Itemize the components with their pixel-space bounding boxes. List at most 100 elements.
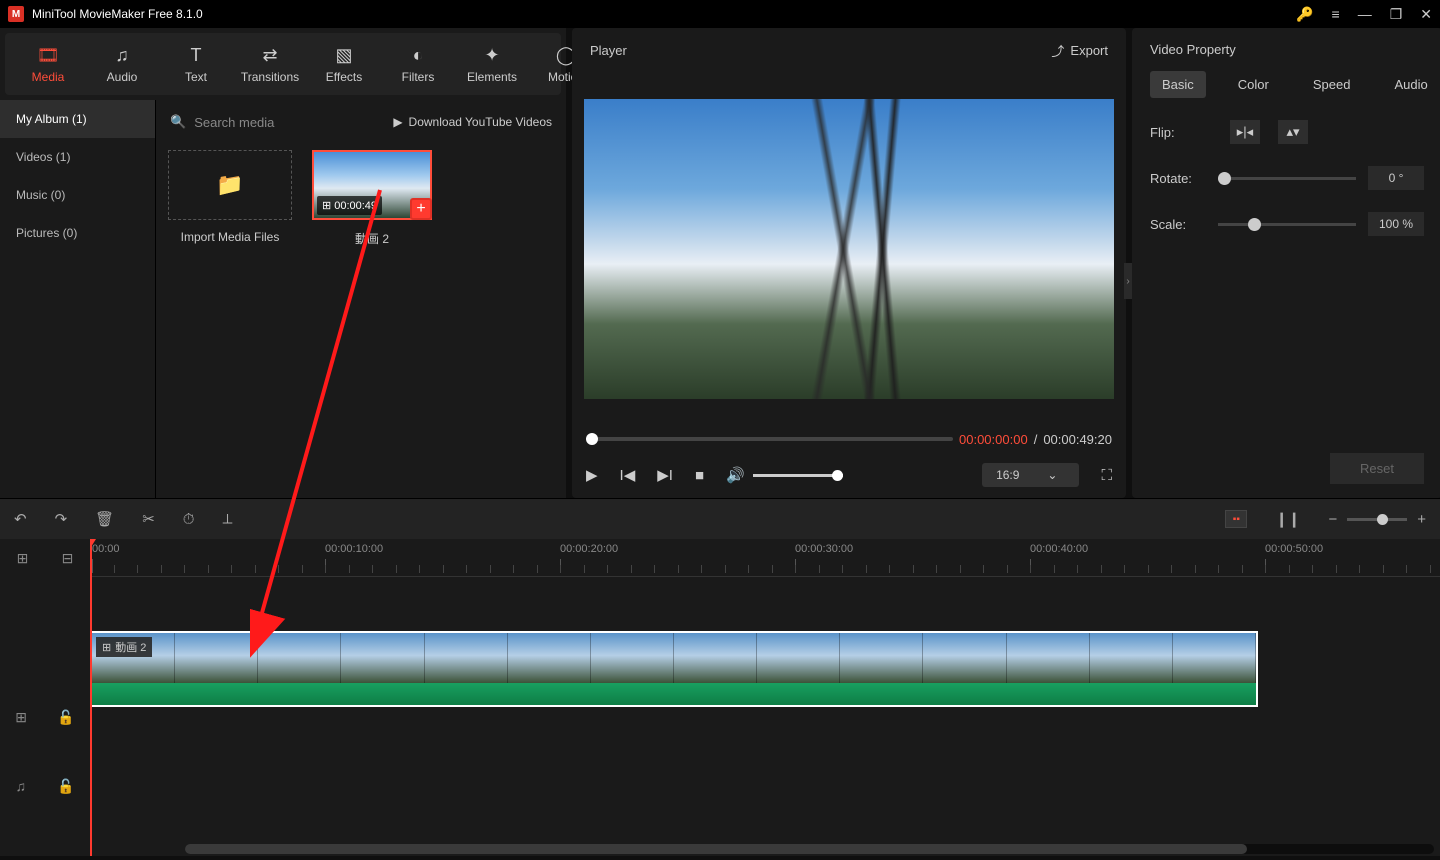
- zoom-slider[interactable]: [1347, 518, 1407, 521]
- timeline-toolbar: ↶ ↷ 🗑 ✂ ⏱ ⟂ ▪▪ ❙❙ − +: [0, 499, 1440, 539]
- timeline-view-list[interactable]: ❙❙: [1275, 510, 1300, 528]
- props-tab-speed[interactable]: Speed: [1301, 71, 1363, 98]
- ruler-tick: 00:00:10:00: [325, 543, 383, 555]
- tab-media-label: Media: [32, 70, 65, 84]
- player-viewport[interactable]: [584, 72, 1114, 426]
- remove-track-button[interactable]: ⊟: [62, 550, 74, 567]
- speed-button[interactable]: ⏱: [183, 511, 195, 528]
- tab-audio[interactable]: ♫Audio: [85, 33, 159, 95]
- player-seekbar[interactable]: [586, 437, 953, 441]
- search-input[interactable]: Search media: [194, 115, 274, 130]
- flip-horizontal-button[interactable]: ▸|◂: [1230, 120, 1260, 144]
- properties-title: Video Property: [1150, 42, 1424, 57]
- prev-frame-button[interactable]: I◀: [620, 466, 636, 484]
- preview-image: [584, 99, 1114, 399]
- clip-tag-label: 動画 2: [115, 639, 146, 655]
- menu-icon[interactable]: ≡: [1332, 6, 1340, 22]
- play-button[interactable]: ▶: [586, 466, 598, 484]
- redo-button[interactable]: ↷: [55, 510, 68, 528]
- video-clip[interactable]: ⊞動画 2: [90, 631, 1258, 707]
- split-button[interactable]: ✂: [142, 510, 155, 528]
- tab-effects[interactable]: ▧Effects: [307, 33, 381, 95]
- zoom-out-button[interactable]: −: [1328, 511, 1337, 528]
- clip-waveform: [92, 683, 1256, 707]
- properties-panel: › Video Property Basic Color Speed Audio…: [1132, 28, 1440, 498]
- flip-vertical-button[interactable]: ▴▾: [1278, 120, 1308, 144]
- timeline-ruler[interactable]: 00:00 00:00:10:00 00:00:20:00 00:00:30:0…: [90, 539, 1440, 577]
- sidebar-item-videos[interactable]: Videos (1): [0, 138, 155, 176]
- timeline-panel: ↶ ↷ 🗑 ✂ ⏱ ⟂ ▪▪ ❙❙ − + ⊞ ⊟ ⊞ 🔓 ♫ 🔓: [0, 498, 1440, 856]
- tab-filters[interactable]: ◐Filters: [381, 33, 455, 95]
- props-tab-basic[interactable]: Basic: [1150, 71, 1206, 98]
- audio-track[interactable]: [90, 709, 1440, 769]
- volume-control[interactable]: 🔊: [726, 466, 843, 484]
- volume-icon: 🔊: [726, 466, 745, 484]
- collapse-properties-button[interactable]: ›: [1124, 263, 1132, 299]
- export-icon: ⤴: [1051, 41, 1064, 60]
- timeline-scrollbar[interactable]: [185, 844, 1434, 854]
- import-media-button[interactable]: 📁: [168, 150, 292, 220]
- media-sidebar: My Album (1) Videos (1) Music (0) Pictur…: [0, 100, 156, 498]
- sidebar-item-music[interactable]: Music (0): [0, 176, 155, 214]
- tab-text-label: Text: [185, 70, 207, 84]
- scale-slider[interactable]: [1218, 223, 1356, 226]
- video-track-lock-icon[interactable]: 🔓: [57, 709, 74, 726]
- undo-button[interactable]: ↶: [14, 510, 27, 528]
- search-icon: 🔍: [170, 114, 186, 130]
- rotate-value[interactable]: 0 °: [1368, 166, 1424, 190]
- text-icon: T: [191, 45, 202, 66]
- add-track-button[interactable]: ⊞: [17, 550, 29, 567]
- zoom-in-button[interactable]: +: [1417, 511, 1426, 528]
- timeline-view-thumbnails[interactable]: ▪▪: [1225, 510, 1247, 528]
- rotate-slider[interactable]: [1218, 177, 1356, 180]
- scale-value[interactable]: 100 %: [1368, 212, 1424, 236]
- reset-button[interactable]: Reset: [1330, 453, 1424, 484]
- sidebar-item-pictures[interactable]: Pictures (0): [0, 214, 155, 252]
- scrollbar-thumb[interactable]: [185, 844, 1247, 854]
- playhead[interactable]: [90, 539, 92, 856]
- tab-media[interactable]: 🎞Media: [11, 33, 85, 95]
- export-button[interactable]: ⤴Export: [1051, 41, 1108, 60]
- timeline-track-headers: ⊞ ⊟ ⊞ 🔓 ♫ 🔓: [0, 539, 90, 856]
- fullscreen-button[interactable]: ⛶: [1101, 467, 1112, 484]
- maximize-button[interactable]: ❐: [1390, 6, 1403, 23]
- tab-audio-label: Audio: [107, 70, 138, 84]
- delete-button[interactable]: 🗑: [95, 510, 114, 528]
- media-tabs: 🎞Media ♫Audio T Text ⇄Transitions ▧Effect…: [5, 33, 561, 95]
- media-clip-thumbnail[interactable]: ⊞00:00:49 +: [312, 150, 432, 220]
- tab-text[interactable]: T Text: [159, 33, 233, 95]
- add-clip-button[interactable]: +: [410, 198, 432, 220]
- clip-duration-text: 00:00:49: [334, 200, 377, 212]
- next-frame-button[interactable]: ▶I: [657, 466, 673, 484]
- audio-track-icon: ♫: [16, 778, 27, 794]
- app-title: MiniTool MovieMaker Free 8.1.0: [32, 7, 1296, 21]
- seekbar-knob[interactable]: [586, 433, 598, 445]
- ruler-tick: 00:00:40:00: [1030, 543, 1088, 555]
- player-title: Player: [590, 43, 1051, 58]
- video-icon: ⊞: [322, 199, 331, 212]
- stop-button[interactable]: ■: [695, 467, 704, 484]
- close-button[interactable]: ✕: [1420, 6, 1432, 23]
- timeline-tracks[interactable]: 00:00 00:00:10:00 00:00:20:00 00:00:30:0…: [90, 539, 1440, 856]
- video-track[interactable]: ⊞動画 2: [90, 631, 1440, 709]
- crop-button[interactable]: ⟂: [222, 511, 232, 528]
- upgrade-key-icon[interactable]: 🔑: [1296, 6, 1313, 23]
- filters-icon: ◐: [413, 45, 424, 66]
- transitions-icon: ⇄: [262, 45, 277, 66]
- minimize-button[interactable]: —: [1358, 6, 1372, 22]
- tab-transitions[interactable]: ⇄Transitions: [233, 33, 307, 95]
- audio-track-lock-icon[interactable]: 🔓: [57, 778, 74, 795]
- download-youtube-link[interactable]: ▶ Download YouTube Videos: [393, 115, 552, 129]
- tab-elements[interactable]: ✦Elements: [455, 33, 529, 95]
- effects-icon: ▧: [335, 45, 352, 66]
- player-time-sep: /: [1034, 432, 1038, 447]
- props-tab-color[interactable]: Color: [1226, 71, 1281, 98]
- ruler-tick: 00:00: [92, 543, 120, 555]
- media-panel: 🎞Media ♫Audio T Text ⇄Transitions ▧Effect…: [0, 28, 566, 498]
- sidebar-item-album[interactable]: My Album (1): [0, 100, 155, 138]
- player-panel: Player ⤴Export 00:00:00:00 / 00:00:49:20…: [572, 28, 1126, 498]
- aspect-ratio-select[interactable]: 16:9⌄: [982, 463, 1079, 487]
- aspect-ratio-label: 16:9: [996, 468, 1019, 482]
- props-tab-audio[interactable]: Audio: [1382, 71, 1439, 98]
- volume-slider[interactable]: [753, 474, 843, 477]
